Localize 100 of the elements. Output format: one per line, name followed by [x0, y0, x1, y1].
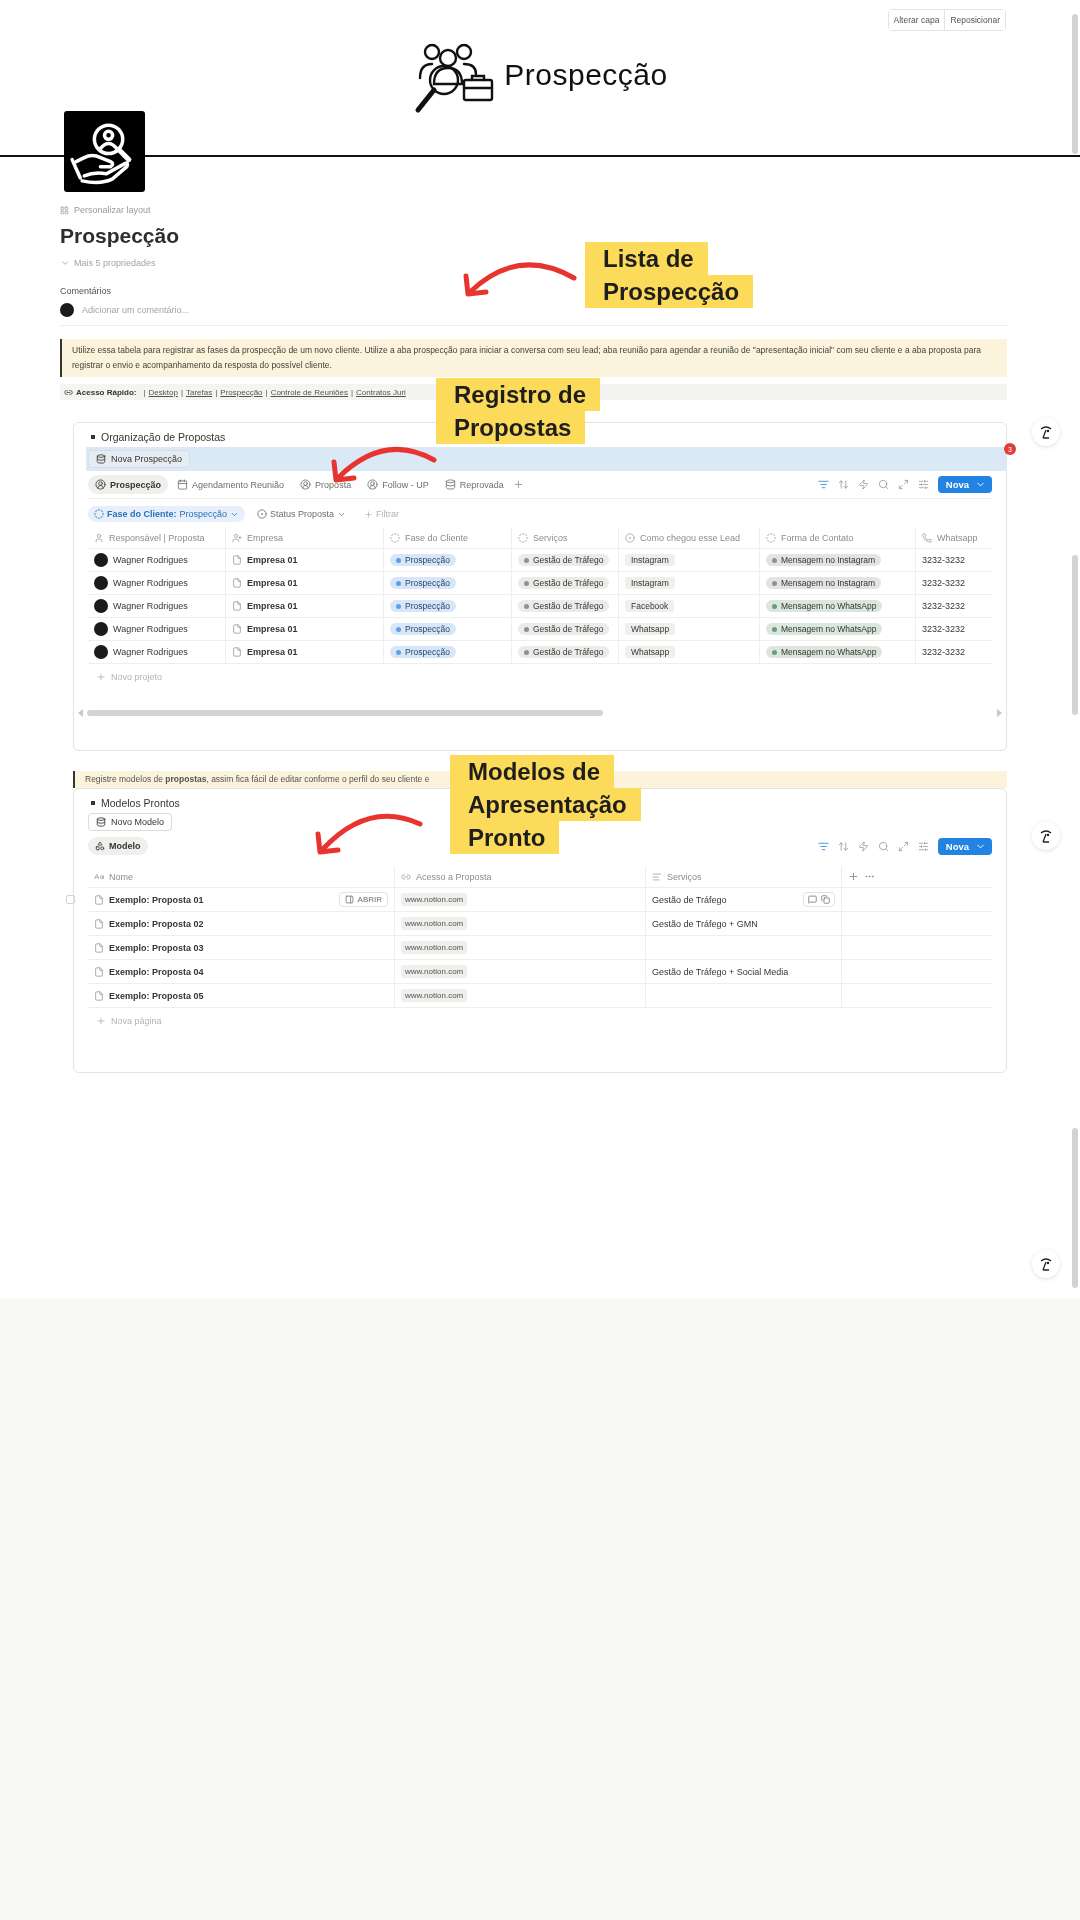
avatar	[94, 599, 108, 613]
quick-link[interactable]: Contratos Juri	[356, 387, 406, 397]
search-icon[interactable]	[877, 479, 889, 490]
page-name[interactable]: Exemplo: Proposta 05	[109, 990, 204, 1001]
page-icon	[94, 894, 104, 905]
person-name: Wagner Rodrigues	[113, 555, 188, 565]
view-tab[interactable]: Reprovada	[437, 475, 511, 494]
assistant-button[interactable]	[1032, 822, 1060, 850]
column-header[interactable]: Fase do Cliente	[383, 527, 511, 549]
cover-button[interactable]: Reposicionar	[944, 10, 1005, 30]
person-plus-icon	[232, 532, 242, 543]
scroll-thumb[interactable]	[87, 710, 604, 716]
company-name[interactable]: Empresa 01	[247, 578, 298, 588]
face-icon	[1040, 1257, 1052, 1271]
page-icon	[94, 990, 104, 1001]
filter-chip[interactable]: Fase do Cliente: Prospecção	[88, 506, 246, 522]
comments-label: Comentários	[60, 286, 113, 296]
url-link[interactable]: www.notion.com	[401, 941, 468, 954]
separator: |	[215, 387, 218, 397]
quick-link[interactable]: Controle de Reuniões	[270, 387, 348, 397]
page-name[interactable]: Exemplo: Proposta 01	[109, 894, 204, 905]
column-header[interactable]: Forma de Contato	[759, 527, 915, 549]
copy-icon[interactable]	[821, 895, 830, 904]
link-icon	[401, 871, 411, 882]
page-name[interactable]: Exemplo: Proposta 02	[109, 918, 204, 929]
assistant-button[interactable]	[1032, 418, 1060, 446]
database-icon	[96, 454, 106, 464]
company-name[interactable]: Empresa 01	[247, 555, 298, 565]
database-title: Organização de Propostas	[101, 431, 226, 443]
scroll-thumb[interactable]	[1072, 14, 1078, 154]
settings-icon[interactable]	[917, 479, 929, 490]
person-icon	[300, 479, 312, 490]
annotation-label: Registro de	[436, 378, 601, 411]
column-header[interactable]: Nome	[88, 866, 394, 888]
link-icon	[64, 387, 73, 397]
view-tab[interactable]: Proposta	[293, 475, 359, 494]
filter-chip[interactable]: Status Proposta	[251, 506, 353, 522]
quick-link[interactable]: Desktop	[148, 387, 178, 397]
person-icon	[367, 479, 379, 490]
add-column-icon[interactable]	[848, 871, 859, 882]
column-header[interactable]: Como chegou esse Lead	[618, 527, 759, 549]
url-link[interactable]: www.notion.com	[401, 893, 468, 906]
scroll-thumb[interactable]	[1072, 555, 1078, 715]
lightning-icon[interactable]	[857, 479, 869, 490]
cover-title: Prospecção	[504, 57, 668, 92]
scroll-left-icon[interactable]	[78, 709, 83, 717]
url-link[interactable]: www.notion.com	[401, 965, 468, 978]
filter-icon[interactable]	[817, 840, 829, 852]
quick-link[interactable]: Prospecção	[220, 387, 263, 397]
company-name[interactable]: Empresa 01	[247, 647, 298, 657]
row-checkbox[interactable]	[66, 895, 75, 904]
settings-icon[interactable]	[917, 840, 929, 852]
sort-icon[interactable]	[837, 840, 849, 852]
phone-number: 3232-3232	[922, 647, 966, 657]
quick-link[interactable]: Tarefas	[186, 387, 213, 397]
open-button[interactable]: ABRIR	[338, 892, 388, 907]
scroll-thumb[interactable]	[1072, 1128, 1078, 1288]
column-header[interactable]: Serviços	[511, 527, 618, 549]
company-name[interactable]: Empresa 01	[247, 601, 298, 611]
scroll-right-icon[interactable]	[997, 709, 1002, 717]
add-view-icon[interactable]	[512, 479, 524, 490]
column-header[interactable]: Whatsapp	[915, 527, 993, 549]
separator: |	[265, 387, 268, 397]
column-header[interactable]: Acesso a Proposta	[394, 866, 645, 888]
plus-icon	[96, 672, 106, 682]
column-header[interactable]: Empresa	[225, 527, 383, 549]
view-tab[interactable]: Modelo	[88, 837, 148, 855]
column-header[interactable]: Responsável | Proposta	[88, 527, 225, 549]
url-link[interactable]: www.notion.com	[401, 917, 468, 930]
separator: |	[351, 387, 354, 397]
url-link[interactable]: www.notion.com	[401, 989, 468, 1002]
separator: |	[143, 387, 146, 397]
new-prospect-button[interactable]: Nova Prospecção	[88, 450, 191, 468]
filter-icon[interactable]	[817, 479, 829, 490]
view-tab[interactable]: Prospecção	[88, 475, 169, 494]
assistant-button[interactable]	[1032, 1250, 1060, 1278]
expand-icon[interactable]	[897, 479, 909, 490]
page-name[interactable]: Exemplo: Proposta 03	[109, 942, 204, 953]
annotation-label: Modelos de	[450, 755, 614, 788]
new-button[interactable]: Nova	[937, 476, 992, 493]
company-name[interactable]: Empresa 01	[247, 624, 298, 634]
contact-tag: Mensagem no Instagram	[766, 554, 882, 566]
view-tab[interactable]: Agendamento Reunião	[170, 475, 292, 494]
service-tag: Gestão de Tráfego	[518, 600, 610, 612]
search-icon[interactable]	[877, 840, 889, 852]
page-icon	[94, 918, 104, 929]
expand-icon[interactable]	[897, 840, 909, 852]
column-header[interactable]: Serviços	[645, 866, 841, 888]
comment-icon[interactable]	[808, 895, 817, 904]
status-icon	[518, 532, 528, 543]
new-model-button[interactable]: Novo Modelo	[88, 813, 173, 831]
annotation-label: Propostas	[436, 411, 586, 444]
text-icon	[94, 871, 104, 882]
sort-icon[interactable]	[837, 479, 849, 490]
view-tab[interactable]: Follow - UP	[360, 475, 436, 494]
phone-icon	[922, 532, 932, 543]
page-name[interactable]: Exemplo: Proposta 04	[109, 966, 204, 977]
lightning-icon[interactable]	[857, 840, 869, 852]
page-title: Prospecção	[60, 224, 181, 248]
new-button[interactable]: Nova	[937, 837, 992, 855]
